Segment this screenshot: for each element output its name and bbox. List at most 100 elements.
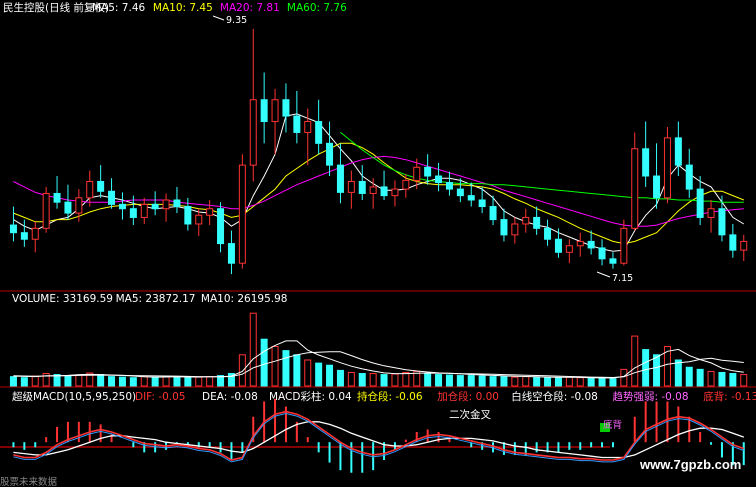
candle-body xyxy=(140,203,148,218)
volume-bar xyxy=(565,376,573,387)
volume-bar xyxy=(544,377,552,387)
candle-body xyxy=(642,148,650,177)
candle-body xyxy=(217,208,225,245)
volume-bar xyxy=(609,378,617,387)
legend-item-7: 趋势强弱: -0.08 xyxy=(613,390,689,403)
legend-item-1: MA5: 7.46 xyxy=(92,2,145,14)
volume-bar xyxy=(576,377,584,387)
candle-body xyxy=(413,166,421,181)
low-label: 7.15 xyxy=(612,273,633,284)
candle-body xyxy=(544,227,552,240)
volume-bar xyxy=(173,376,181,387)
volume-bar xyxy=(140,376,148,387)
volume-bar xyxy=(20,377,28,387)
candle-body xyxy=(282,99,290,117)
candle-body xyxy=(674,137,682,166)
ma-line-ma60 xyxy=(340,132,744,203)
candle-body xyxy=(435,175,443,184)
volume-bar xyxy=(129,377,137,387)
candle-body xyxy=(533,216,541,229)
candle-body xyxy=(42,192,50,229)
volume-legend: VOLUME: 33169.59 MA5: 23872.17 MA10: 26195… xyxy=(12,293,287,305)
volume-bar xyxy=(162,375,170,387)
legend-item-2: DEA: -0.08 xyxy=(202,391,258,403)
high-label: 9.35 xyxy=(226,15,247,26)
volume-bar xyxy=(64,375,72,387)
low-pointer xyxy=(596,271,611,278)
volume-bar xyxy=(75,374,83,387)
volume-bar xyxy=(729,373,737,387)
volume-bar xyxy=(533,376,541,387)
candle-body xyxy=(304,121,312,133)
candle-body xyxy=(162,199,170,210)
candle-body xyxy=(151,203,159,210)
bottom-div-label: 底背 xyxy=(603,419,622,431)
volume-bar xyxy=(685,366,693,387)
volume-bar xyxy=(489,376,497,387)
volume-bar xyxy=(740,374,748,387)
candle-body xyxy=(118,203,126,210)
candle-body xyxy=(696,188,704,218)
volume-bar xyxy=(598,377,606,387)
candle-body xyxy=(31,227,39,240)
footer-left-text: 股票未来数据 xyxy=(0,476,58,487)
volume-bar xyxy=(108,376,116,387)
candle-body xyxy=(86,180,94,199)
volume-bar xyxy=(151,376,159,387)
candle-body xyxy=(369,186,377,194)
candle-body xyxy=(565,245,573,253)
volume-bar xyxy=(184,377,192,387)
candle-body xyxy=(598,247,606,260)
volume-bar xyxy=(522,376,530,387)
candle-body xyxy=(587,240,595,249)
candle-body xyxy=(707,208,715,218)
legend-item-3: MACD彩柱: 0.04 xyxy=(269,390,352,403)
candle-body xyxy=(554,238,562,253)
candle-body xyxy=(424,166,432,177)
volume-bar xyxy=(260,338,268,387)
candle-body xyxy=(740,240,748,251)
candle-body xyxy=(576,240,584,247)
volume-bar xyxy=(195,376,203,387)
candle-body xyxy=(227,243,235,264)
candle-body xyxy=(347,180,355,193)
volume-bar xyxy=(9,376,17,387)
candle-body xyxy=(718,208,726,236)
candle-body xyxy=(478,199,486,208)
candle-body xyxy=(609,258,617,264)
legend-item-3: MA20: 7.81 xyxy=(220,2,280,14)
macd-legend: DIF: -0.05 DEA: -0.08 MACD彩柱: 0.04 持仓段: -0.… xyxy=(135,390,756,403)
candle-body xyxy=(653,175,661,199)
volume-bar xyxy=(293,354,301,387)
watermark: www.7gpzb.com xyxy=(639,457,741,472)
volume-bar xyxy=(467,375,475,387)
candle-body xyxy=(620,227,628,264)
legend-item-1: DIF: -0.05 xyxy=(135,391,185,403)
candle-body xyxy=(64,201,72,214)
volume-bar xyxy=(445,374,453,387)
candle-body xyxy=(271,99,279,123)
candle-body xyxy=(108,190,116,205)
volume-bar xyxy=(315,362,323,387)
candle-body xyxy=(97,180,105,192)
candle-body xyxy=(129,208,137,218)
volume-bar xyxy=(369,373,377,387)
volume-bar xyxy=(554,377,562,387)
candle-body xyxy=(336,164,344,193)
volume-bar xyxy=(402,371,410,387)
legend-item-1: VOLUME: 33169.59 xyxy=(12,293,113,305)
volume-bar xyxy=(478,375,486,387)
candle-body xyxy=(249,99,257,166)
candle-body xyxy=(358,180,366,194)
volume-bar xyxy=(271,345,279,387)
candle-body xyxy=(260,99,268,123)
candle-body xyxy=(9,224,17,234)
high-pointer xyxy=(212,15,225,21)
volume-bar xyxy=(511,376,519,387)
candle-body xyxy=(380,186,388,197)
legend-item-2: MA5: 23872.17 xyxy=(116,293,196,305)
volume-bar xyxy=(206,376,214,387)
candle-body xyxy=(685,164,693,190)
candle-body xyxy=(206,208,214,216)
stock-chart: 民生控股(日线 前复权) MA5: 7.46 MA10: 7.45 MA20: 7.… xyxy=(0,1,756,487)
